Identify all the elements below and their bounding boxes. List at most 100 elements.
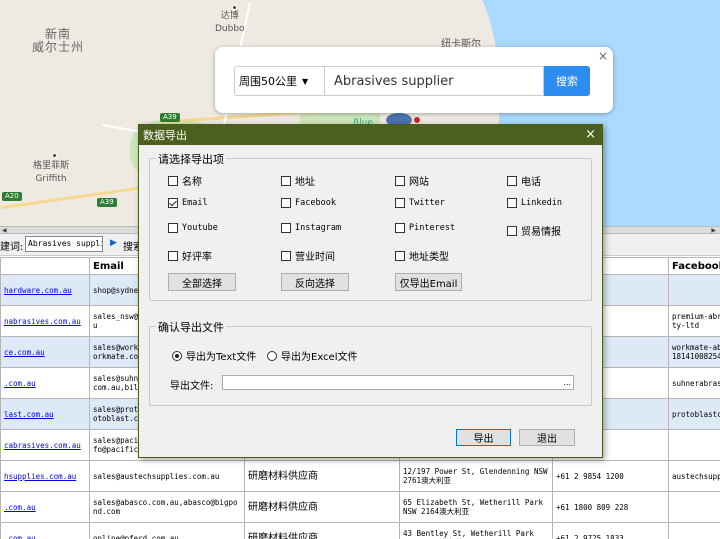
checkbox-box xyxy=(507,198,517,208)
field-checkbox-label: Pinterest xyxy=(409,223,456,233)
scroll-right-icon[interactable]: ▶ xyxy=(711,227,716,234)
field-checkbox-label: Email xyxy=(182,198,208,208)
close-icon[interactable]: × xyxy=(585,127,596,142)
export-fields-group: 请选择导出项 名称 地址 网站 电话 Email Facebook Twitter Linke… xyxy=(149,151,592,301)
export-file-group-title: 确认导出文件 xyxy=(156,319,226,335)
exit-button[interactable]: 退出 xyxy=(519,429,575,446)
field-checkbox-7[interactable]: Linkedin xyxy=(507,198,562,208)
table-row[interactable]: hsupplies.com.au sales@austechsupplies.co… xyxy=(0,460,720,492)
search-input[interactable]: Abrasives supplier xyxy=(324,66,544,96)
facebook-cell: premium-abr ty-ltd xyxy=(668,305,720,337)
map-location-pin xyxy=(414,117,420,123)
email-cell: online@pferd.com.au xyxy=(89,522,245,539)
dialog-titlebar[interactable]: 数据导出 × xyxy=(139,125,602,145)
field-checkbox-13[interactable]: 营业时间 xyxy=(281,248,335,263)
field-checkbox-3[interactable]: 电话 xyxy=(507,173,541,188)
checkbox-box xyxy=(395,223,405,233)
field-checkbox-5[interactable]: Facebook xyxy=(281,198,336,208)
facebook-cell: protoblastc xyxy=(668,398,720,430)
field-checkbox-label: Youtube xyxy=(182,223,218,233)
field-checkbox-1[interactable]: 地址 xyxy=(281,173,315,188)
checkbox-box xyxy=(168,223,178,233)
checkbox-box xyxy=(281,250,291,261)
phone-cell: +61 2 9725 1833 xyxy=(552,522,669,539)
keyword-input[interactable]: Abrasives suppli xyxy=(25,236,103,252)
website-cell[interactable]: .com.au xyxy=(0,491,90,523)
export-file-group: 确认导出文件 导出为Text文件 导出为Excel文件 导出文件: ... xyxy=(149,319,592,406)
field-checkbox-6[interactable]: Twitter xyxy=(395,198,445,208)
field-checkbox-14[interactable]: 地址类型 xyxy=(395,248,449,263)
field-checkbox-label: Twitter xyxy=(409,198,445,208)
website-cell[interactable]: hsupplies.com.au xyxy=(0,460,90,492)
export-file-path-input[interactable]: ... xyxy=(222,375,574,390)
format-text-radio[interactable]: 导出为Text文件 xyxy=(172,348,256,363)
facebook-cell xyxy=(668,429,720,461)
radio-dot xyxy=(267,350,277,361)
field-checkbox-label: Instagram xyxy=(295,223,342,233)
play-icon[interactable]: ▶ xyxy=(110,238,117,248)
map-label-nsw: 新南 威尔士州 xyxy=(32,27,85,54)
export-file-label: 导出文件: xyxy=(170,381,214,392)
export-button[interactable]: 导出 xyxy=(456,429,511,446)
field-checkbox-label: 贸易情报 xyxy=(521,227,561,238)
column-header[interactable] xyxy=(0,257,90,275)
select-all-button[interactable]: 全部选择 xyxy=(168,273,236,291)
export-email-only-button[interactable]: 仅导出Email xyxy=(395,273,462,291)
keyword-label: 建词: xyxy=(0,242,24,253)
field-checkbox-10[interactable]: Pinterest xyxy=(395,223,455,233)
email-cell: sales@abasco.com.au,abasco@bigpo nd.com xyxy=(89,491,245,523)
column-header-facebook[interactable]: Facebook xyxy=(668,257,720,275)
facebook-cell xyxy=(668,491,720,523)
radius-select[interactable]: 周围50公里 ▼ xyxy=(234,66,324,96)
format-excel-radio[interactable]: 导出为Excel文件 xyxy=(267,348,358,363)
field-checkbox-8[interactable]: Youtube xyxy=(168,223,218,233)
checkbox-box xyxy=(395,175,405,186)
field-checkbox-label: Linkedin xyxy=(521,198,562,208)
website-cell[interactable]: hardware.com.au xyxy=(0,274,90,306)
map-route-shield: A20 xyxy=(2,192,22,201)
field-checkbox-11[interactable]: 贸易情报 xyxy=(507,223,561,238)
export-fields-group-title: 请选择导出项 xyxy=(156,151,226,167)
invert-selection-button[interactable]: 反向选择 xyxy=(281,273,349,291)
field-checkbox-4[interactable]: Email xyxy=(168,198,208,208)
search-button[interactable]: 搜索 xyxy=(544,66,590,96)
close-icon[interactable]: × xyxy=(598,49,608,63)
field-checkbox-2[interactable]: 网站 xyxy=(395,173,429,188)
phone-cell: +61 1800 809 228 xyxy=(552,491,669,523)
map-route-shield: A39 xyxy=(97,198,117,207)
address-cell: 65 Elizabeth St, Wetherill Park NSW 2164… xyxy=(399,491,553,523)
radio-dot xyxy=(172,350,182,361)
checkbox-box xyxy=(395,250,405,261)
facebook-cell xyxy=(668,522,720,539)
field-checkbox-12[interactable]: 好评率 xyxy=(168,248,212,263)
field-checkbox-0[interactable]: 名称 xyxy=(168,173,202,188)
checkbox-box xyxy=(168,175,178,186)
website-cell[interactable]: last.com.au xyxy=(0,398,90,430)
format-excel-label: 导出为Excel文件 xyxy=(281,352,358,363)
search-panel: × 周围50公里 ▼ Abrasives supplier 搜索 xyxy=(215,47,613,113)
website-cell[interactable]: ce.com.au xyxy=(0,336,90,368)
field-checkbox-9[interactable]: Instagram xyxy=(281,223,341,233)
map-label-griffith: 格里菲斯 Griffith xyxy=(33,161,70,184)
website-cell[interactable]: .com.au xyxy=(0,367,90,399)
table-row[interactable]: .com.au online@pferd.com.au 研磨材料供应商 43 Bent… xyxy=(0,522,720,539)
website-cell[interactable]: nabrasives.com.au xyxy=(0,305,90,337)
browse-file-button[interactable]: ... xyxy=(563,376,571,389)
facebook-cell: workmate-ab 18141008254 xyxy=(668,336,720,368)
map-route-shield: A39 xyxy=(160,113,180,122)
caret-down-icon: ▼ xyxy=(302,76,309,86)
website-cell[interactable]: cabrasives.com.au xyxy=(0,429,90,461)
website-cell[interactable]: .com.au xyxy=(0,522,90,539)
field-checkbox-label: 营业时间 xyxy=(295,252,335,263)
checkbox-box xyxy=(507,225,517,236)
field-checkbox-label: 网站 xyxy=(409,177,429,188)
table-row[interactable]: .com.au sales@abasco.com.au,abasco@bigpo … xyxy=(0,491,720,523)
scroll-left-icon[interactable]: ◀ xyxy=(2,227,7,234)
map-label-dubbo: 达博 Dubbo xyxy=(215,11,245,34)
facebook-cell: suhnerabras xyxy=(668,367,720,399)
checkbox-box xyxy=(395,198,405,208)
field-checkbox-label: Facebook xyxy=(295,198,336,208)
field-checkbox-label: 电话 xyxy=(521,177,541,188)
checkbox-box xyxy=(168,198,178,208)
checkbox-box xyxy=(281,175,291,186)
